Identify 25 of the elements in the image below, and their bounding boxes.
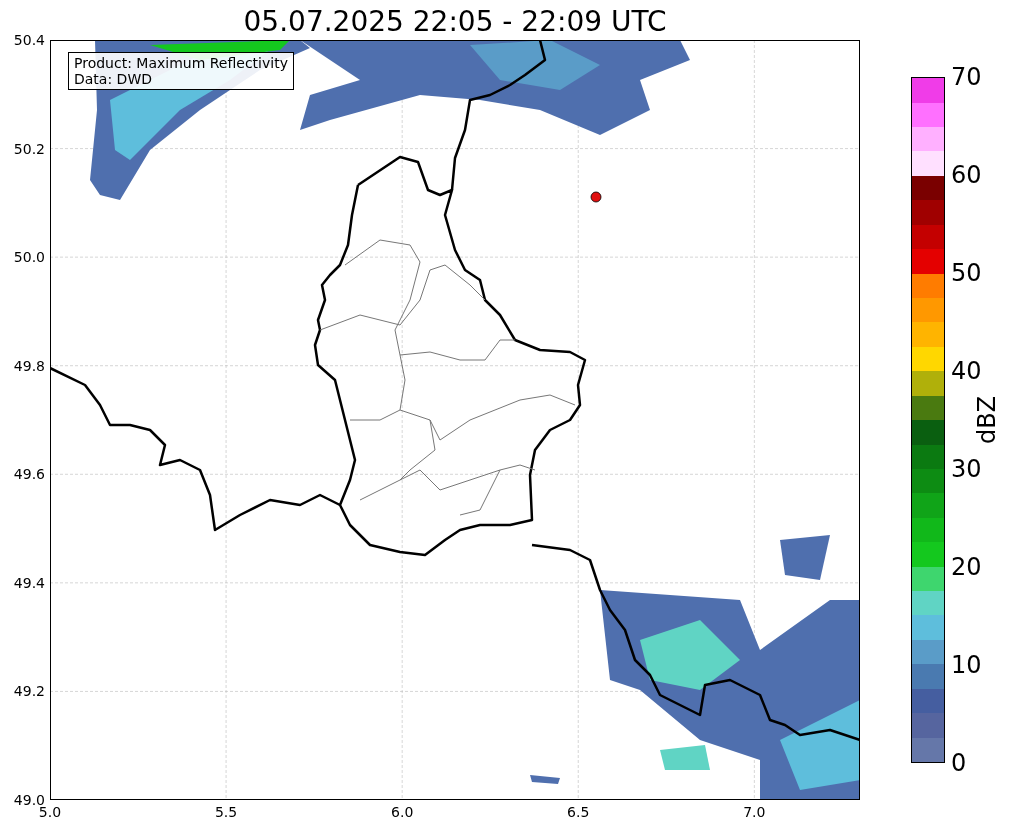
axis-tick-label: 49.2 xyxy=(13,684,45,699)
colorbar-tick-label: 30 xyxy=(951,457,982,481)
axis-tick-label: 50.4 xyxy=(13,33,45,47)
colorbar-tick-label: 50 xyxy=(951,261,982,285)
axis-tick-label: 5.0 xyxy=(38,805,62,819)
axis-tick-label: 50.2 xyxy=(13,141,45,156)
axis-tick-label: 6.5 xyxy=(567,805,590,819)
colorbar-tick-label: 70 xyxy=(951,65,982,89)
axis-tick-label: 49.4 xyxy=(13,575,45,590)
colorbar-tick-label: 60 xyxy=(951,163,982,187)
colorbar-tick-label: 0 xyxy=(951,751,967,775)
axis-tick-label: 50.0 xyxy=(13,250,45,265)
chart-title: 05.07.2025 22:05 - 22:09 UTC xyxy=(243,8,667,36)
colorbar-label: dBZ xyxy=(973,395,1001,445)
colorbar-tick-label: 20 xyxy=(951,555,982,579)
axis-tick-label: 5.5 xyxy=(214,805,238,819)
axis-tick-label: 49.6 xyxy=(13,467,45,482)
axis-tick-label: 49.8 xyxy=(13,358,45,373)
axis-tick-label: 7.0 xyxy=(743,805,766,819)
legend-text: Data: DWD xyxy=(74,71,153,87)
colorbar-tick-label: 10 xyxy=(951,653,982,677)
legend-text: Product: Maximum Reflectivity xyxy=(74,55,288,71)
axis-tick-label: 6.0 xyxy=(391,805,414,819)
colorbar-tick-label: 40 xyxy=(951,359,982,383)
axis-tick-label: 49.0 xyxy=(13,793,45,807)
